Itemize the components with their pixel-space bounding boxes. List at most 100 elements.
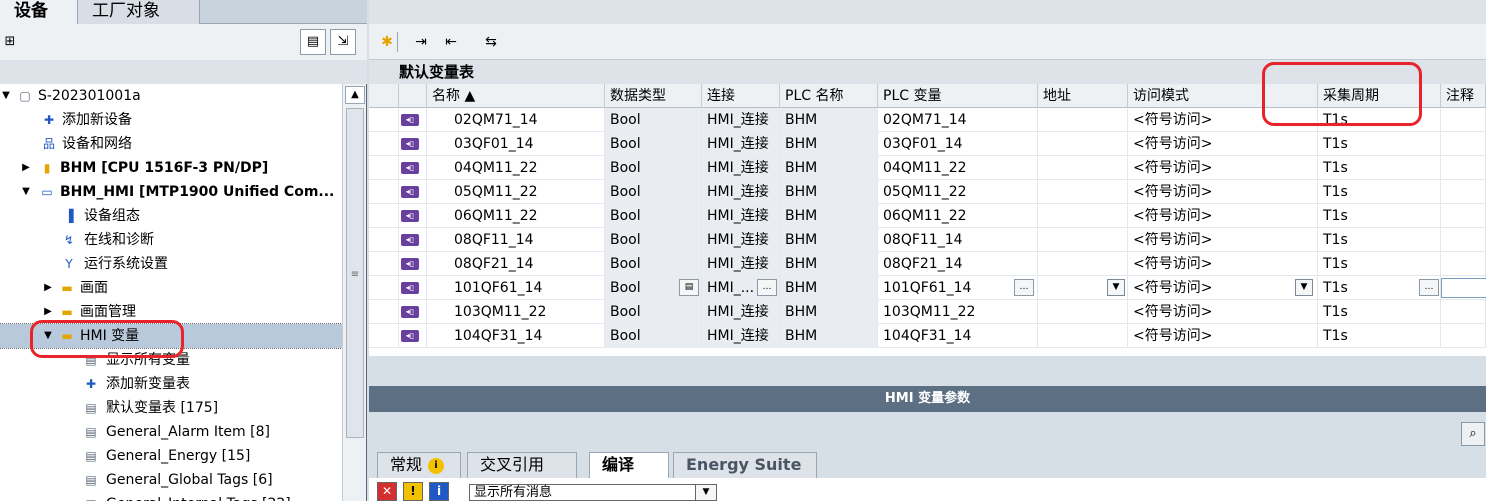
tree-item-show-all-tags[interactable]: ▤ 显示所有变量 [0,348,342,372]
tab-compile[interactable]: 编译 [589,452,669,478]
tree-item-hmi-tags[interactable]: ▼ ▬ HMI 变量 [0,323,343,349]
cell-name[interactable]: 06QM11_22 [427,204,605,228]
row-selector[interactable] [369,108,399,132]
table-row[interactable]: 08QF11_14 Bool HMI_连接 BHM 08QF11_14 <符号访问> T1s… [369,228,1486,252]
cell-plc-name[interactable]: BHM [780,300,878,324]
cell-plc-name[interactable]: BHM [780,180,878,204]
cell-connection[interactable]: HMI_连接 [702,228,780,252]
cell-name[interactable]: 03QF01_14 [427,132,605,156]
cell-name[interactable]: 02QM71_14 [427,108,605,132]
cell-comment[interactable] [1441,228,1486,252]
comment-edit-field[interactable] [1441,278,1486,298]
tree-item-default-tag-table[interactable]: ▤ 默认变量表 [175] [0,396,342,420]
import-icon[interactable]: ⇤ [441,32,461,52]
expand-down-icon[interactable]: ▼ [20,180,32,204]
chevron-down-icon[interactable]: ▼ [695,484,717,501]
message-filter-select[interactable]: 显示所有消息 ▼ [469,484,717,501]
cell-plc-name[interactable]: BHM [780,324,878,348]
cell-access-mode[interactable]: <符号访问> [1128,252,1318,276]
cell-access-mode[interactable]: <符号访问> [1128,180,1318,204]
cell-acq-cycle[interactable]: T1s [1318,180,1441,204]
expand-right-icon[interactable]: ▶ [42,300,54,324]
cell-address[interactable] [1038,108,1128,132]
cell-acq-cycle[interactable]: T1s [1318,132,1441,156]
cell-name[interactable]: 08QF21_14 [427,252,605,276]
row-selector[interactable] [369,180,399,204]
cell-address[interactable] [1038,300,1128,324]
detail-view-icon[interactable]: ▤ [300,29,326,55]
cell-access-mode[interactable]: <符号访问> [1128,300,1318,324]
cell-datatype[interactable]: Bool [605,228,702,252]
cell-connection[interactable]: HMI_连接 [702,300,780,324]
cell-plc-name[interactable]: BHM [780,132,878,156]
cell-datatype[interactable]: Bool [605,204,702,228]
col-plc-tag[interactable]: PLC 变量 [878,84,1038,108]
tree-item-device-config[interactable]: ▐ 设备组态 [0,204,342,228]
scroll-up-icon[interactable]: ▲ [345,86,365,104]
cell-plc-tag[interactable]: 06QM11_22 [878,204,1038,228]
cell-access-mode[interactable]: <符号访问> [1128,228,1318,252]
chevron-down-icon[interactable]: ▼ [1295,279,1313,296]
navigate-icon[interactable]: ⇲ [330,29,356,55]
table-row[interactable]: 08QF21_14 Bool HMI_连接 BHM 08QF21_14 <符号访问> T1s… [369,252,1486,276]
replace-icon[interactable]: ⇆ [481,32,501,52]
cell-access-mode[interactable]: <符号访问> [1128,276,1318,300]
cell-comment[interactable] [1441,300,1486,324]
cell-connection[interactable]: HMI_连接 [702,252,780,276]
cell-access-mode[interactable]: <符号访问> [1128,204,1318,228]
cell-name[interactable]: 101QF61_14 [427,276,605,300]
cell-name[interactable]: 08QF11_14 [427,228,605,252]
error-filter-icon[interactable]: ✕ [377,482,397,501]
table-row[interactable]: 02QM71_14 Bool HMI_连接 BHM 02QM71_14 <符号访问> T1s… [369,108,1486,132]
cell-comment[interactable] [1441,132,1486,156]
cell-plc-name[interactable]: BHM [780,108,878,132]
cell-connection[interactable]: HMI_连接 [702,180,780,204]
cell-plc-tag[interactable]: 103QM11_22 [878,300,1038,324]
tree-item-add-device[interactable]: ✚ 添加新设备 [0,108,342,132]
connection-browse-button[interactable]: … [757,279,777,296]
cell-comment[interactable] [1441,180,1486,204]
cell-plc-name[interactable]: BHM [780,228,878,252]
cell-address[interactable] [1038,132,1128,156]
acq-cycle-browse-button[interactable]: … [1419,279,1439,296]
table-row[interactable]: 06QM11_22 Bool HMI_连接 BHM 06QM11_22 <符号访问> T1s… [369,204,1486,228]
cell-address[interactable] [1038,204,1128,228]
add-tag-icon[interactable]: ✱ [377,32,397,52]
row-selector[interactable] [369,276,399,300]
col-connection[interactable]: 连接 [702,84,780,108]
tree-item-hmi[interactable]: ▼ ▭ BHM_HMI [MTP1900 Unified Com... [0,180,342,204]
cell-comment[interactable] [1441,156,1486,180]
cell-acq-cycle[interactable]: T1s [1318,324,1441,348]
cell-datatype[interactable]: Bool [605,252,702,276]
tree-scrollbar[interactable]: ▲ ≡ [342,84,366,501]
row-selector[interactable] [369,156,399,180]
cell-address[interactable] [1038,252,1128,276]
cell-plc-name[interactable]: BHM [780,156,878,180]
chevron-down-icon[interactable]: ▼ [1107,279,1125,296]
cell-plc-tag[interactable]: 04QM11_22 [878,156,1038,180]
tree-item-screen-management[interactable]: ▶ ▬ 画面管理 [0,300,342,324]
cell-plc-tag[interactable]: 08QF21_14 [878,252,1038,276]
cell-comment[interactable] [1441,108,1486,132]
cell-datatype[interactable]: Bool [605,300,702,324]
table-row[interactable]: 103QM11_22 Bool HMI_连接 BHM 103QM11_22 <符号访问> T… [369,300,1486,324]
expand-down-icon[interactable]: ▼ [0,84,12,108]
plc-tag-browse-button[interactable]: … [1014,279,1034,296]
cell-acq-cycle[interactable]: T1s [1318,252,1441,276]
table-row[interactable]: 101QF61_14 Bool HMI_... BHM 101QF61_14 <符号访问>… [369,276,1486,300]
tab-general[interactable]: 常规 i [377,452,461,478]
cell-plc-tag[interactable]: 03QF01_14 [878,132,1038,156]
tree-item-runtime-settings[interactable]: Y 运行系统设置 [0,252,342,276]
col-access-mode[interactable]: 访问模式 [1128,84,1318,108]
cell-name[interactable]: 103QM11_22 [427,300,605,324]
cell-connection[interactable]: HMI_连接 [702,132,780,156]
magnify-icon[interactable]: ⌕ [1461,422,1485,446]
info-filter-icon[interactable]: i [429,482,449,501]
cell-plc-name[interactable]: BHM [780,276,878,300]
cell-address[interactable] [1038,228,1128,252]
row-selector[interactable] [369,204,399,228]
cell-access-mode[interactable]: <符号访问> [1128,132,1318,156]
cell-datatype[interactable]: Bool [605,156,702,180]
table-row[interactable]: 05QM11_22 Bool HMI_连接 BHM 05QM11_22 <符号访问> T1s… [369,180,1486,204]
col-acq-cycle[interactable]: 采集周期 [1318,84,1441,108]
